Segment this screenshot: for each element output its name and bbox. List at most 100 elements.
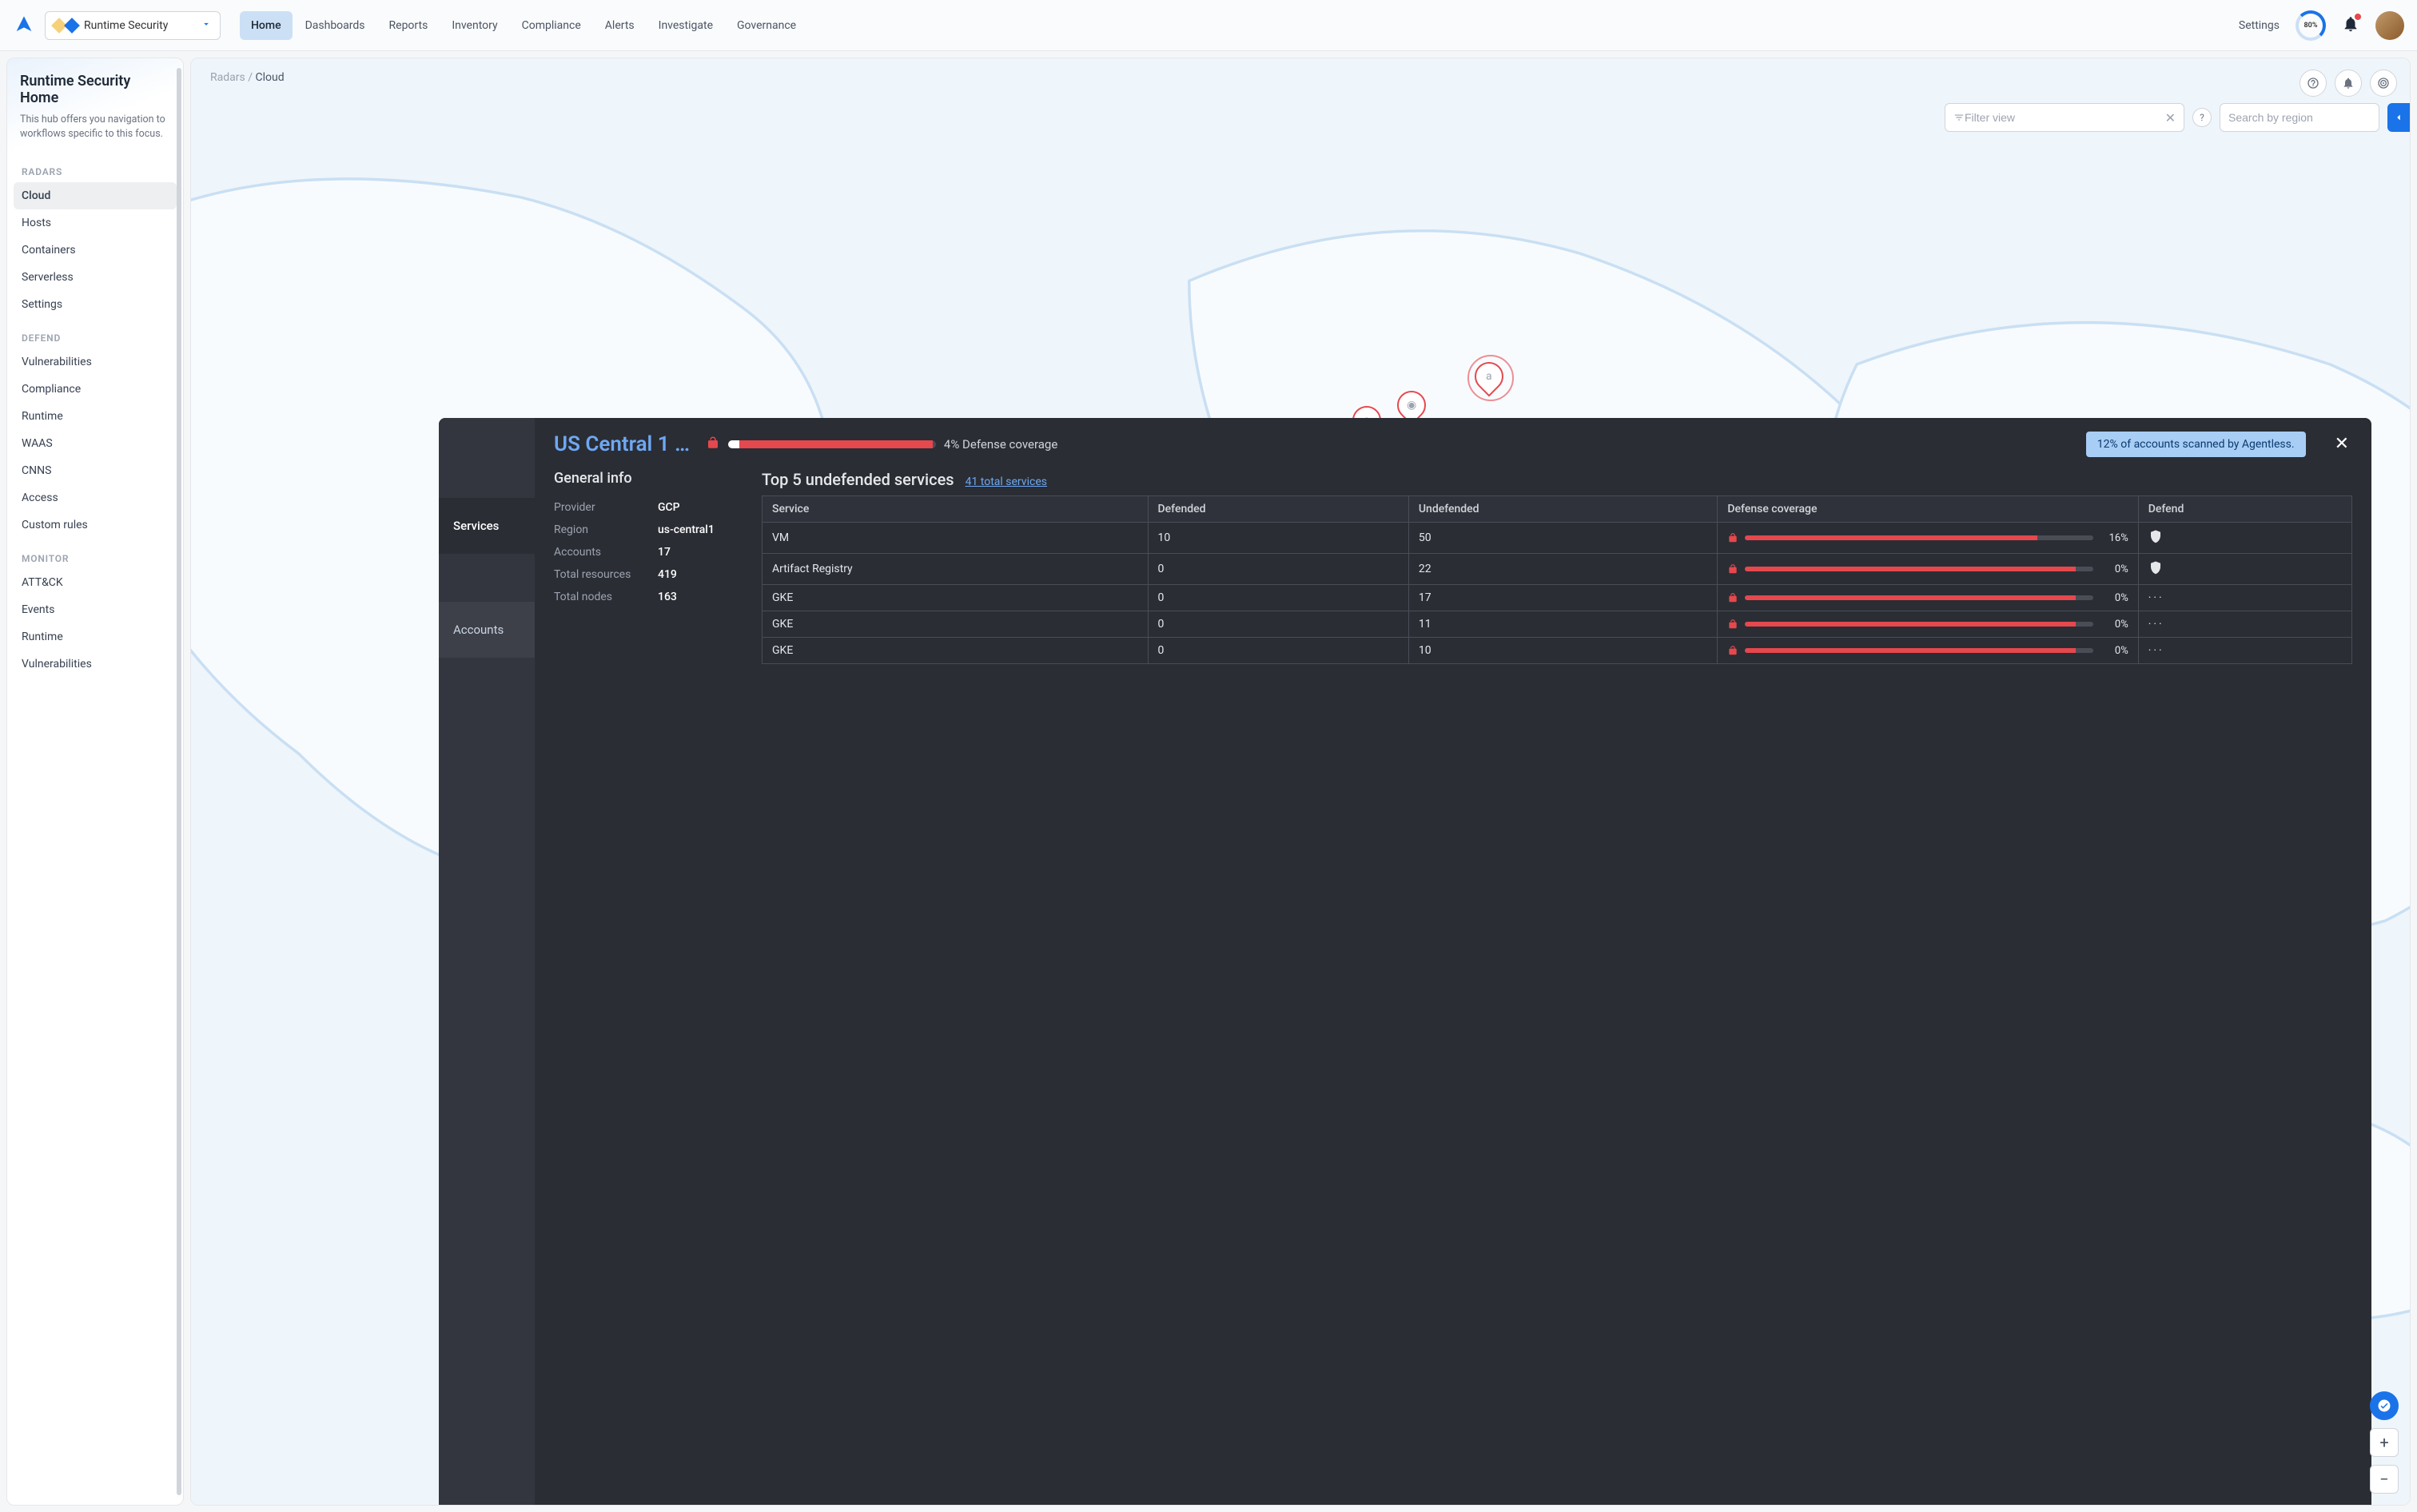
service-row[interactable]: GKE0170%··· (763, 585, 2352, 611)
notifications-bell-icon[interactable] (2342, 15, 2359, 36)
zoom-out-button[interactable]: − (2370, 1465, 2399, 1494)
sidebar-header: Runtime Security Home This hub offers yo… (7, 58, 183, 152)
selector-icons (54, 20, 78, 31)
info-row-provider: ProviderGCP (554, 496, 738, 519)
topbar: Runtime Security HomeDashboardsReportsIn… (0, 0, 2417, 51)
region-title: US Central 1 … (554, 432, 690, 456)
progress-pct: 80% (2304, 22, 2318, 30)
sidebar-group-monitor: MONITOR (14, 547, 177, 569)
panel-tab-accounts[interactable]: Accounts (439, 602, 535, 658)
general-info-heading: General info (554, 470, 738, 487)
filter-help-icon[interactable]: ? (2192, 108, 2212, 127)
sidebar-item-vulnerabilities[interactable]: Vulnerabilities (14, 651, 177, 678)
unlock-icon (706, 436, 720, 453)
more-icon[interactable]: ··· (2148, 644, 2164, 657)
alerts-icon[interactable] (2335, 70, 2362, 97)
info-row-accounts: Accounts17 (554, 541, 738, 563)
breadcrumb-parent[interactable]: Radars (210, 71, 245, 84)
panel-header: US Central 1 … 4% Defense coverage 12% o… (535, 418, 2371, 470)
sidebar-item-vulnerabilities[interactable]: Vulnerabilities (14, 348, 177, 376)
info-row-region: Regionus-central1 (554, 519, 738, 541)
sidebar-item-access[interactable]: Access (14, 484, 177, 511)
nav-alerts[interactable]: Alerts (594, 11, 646, 40)
nav-reports[interactable]: Reports (378, 11, 440, 40)
sidebar-item-containers[interactable]: Containers (14, 237, 177, 264)
nav-home[interactable]: Home (240, 11, 293, 40)
sidebar-item-att&ck[interactable]: ATT&CK (14, 569, 177, 596)
canvas-icon-controls (2300, 70, 2397, 97)
focus-selector[interactable]: Runtime Security (45, 11, 221, 40)
zoom-in-button[interactable]: + (2370, 1428, 2399, 1457)
agentless-banner[interactable]: 12% of accounts scanned by Agentless. (2086, 432, 2306, 457)
service-row[interactable]: GKE0110%··· (763, 611, 2352, 638)
selector-label: Runtime Security (84, 19, 194, 32)
total-services-link[interactable]: 41 total services (966, 475, 1047, 488)
nav-inventory[interactable]: Inventory (440, 11, 508, 40)
col-service: Service (763, 496, 1149, 523)
map-marker[interactable]: ◉ (1397, 391, 1426, 420)
sidebar-group-radars: RADARS (14, 160, 177, 182)
shield-icon[interactable] (2148, 534, 2163, 547)
sidebar-item-waas[interactable]: WAAS (14, 430, 177, 457)
sidebar-item-compliance[interactable]: Compliance (14, 376, 177, 403)
sidebar-item-hosts[interactable]: Hosts (14, 209, 177, 237)
collapse-panel-button[interactable] (2387, 103, 2410, 132)
sidebar-group-defend: DEFEND (14, 326, 177, 348)
panel-tab-services[interactable]: Services (439, 498, 535, 554)
col-undefended: Undefended (1408, 496, 1718, 523)
sidebar-item-runtime[interactable]: Runtime (14, 403, 177, 430)
nav-dashboards[interactable]: Dashboards (294, 11, 376, 40)
services-column: Top 5 undefended services 41 total servi… (762, 470, 2352, 664)
coverage-bar: 4% Defense coverage (706, 436, 2070, 453)
sidebar-item-custom-rules[interactable]: Custom rules (14, 511, 177, 539)
more-icon[interactable]: ··· (2148, 591, 2164, 604)
more-icon[interactable]: ··· (2148, 618, 2164, 631)
topbar-right: Settings 80% (2239, 10, 2404, 41)
filter-row: ✕ ? (1945, 103, 2397, 132)
services-table: ServiceDefendedUndefendedDefense coverag… (762, 495, 2352, 664)
coverage-text: 4% Defense coverage (944, 437, 1057, 452)
settings-link[interactable]: Settings (2239, 19, 2280, 32)
breadcrumb-current: Cloud (255, 71, 284, 84)
info-row-total-nodes: Total nodes163 (554, 586, 738, 608)
service-row[interactable]: VM105016% (763, 523, 2352, 554)
help-icon[interactable] (2300, 70, 2327, 97)
col-defense-coverage: Defense coverage (1718, 496, 2138, 523)
filter-input-field[interactable] (1965, 111, 2165, 124)
top-nav: HomeDashboardsReportsInventoryCompliance… (240, 11, 807, 40)
chevron-down-icon (201, 18, 212, 33)
nav-investigate[interactable]: Investigate (647, 11, 724, 40)
sidebar-item-events[interactable]: Events (14, 596, 177, 623)
filter-icon (1953, 112, 1965, 123)
radar-icon[interactable] (2370, 70, 2397, 97)
filter-view-input[interactable]: ✕ (1945, 103, 2184, 132)
clear-filter-icon[interactable]: ✕ (2165, 110, 2176, 125)
panel-tabs: Services Accounts (439, 418, 535, 1505)
services-heading: Top 5 undefended services (762, 470, 954, 489)
map-float-controls: + − (2370, 1391, 2399, 1494)
sidebar-item-cnns[interactable]: CNNS (14, 457, 177, 484)
map-guide-icon[interactable] (2370, 1391, 2399, 1420)
service-row[interactable]: Artifact Registry0220% (763, 554, 2352, 585)
sidebar-description: This hub offers you navigation to workfl… (20, 113, 170, 141)
sidebar: Runtime Security Home This hub offers yo… (6, 58, 184, 1506)
sidebar-title: Runtime Security Home (20, 73, 170, 106)
nav-governance[interactable]: Governance (726, 11, 807, 40)
map-marker[interactable]: a (1475, 362, 1503, 391)
service-row[interactable]: GKE0100%··· (763, 638, 2352, 664)
breadcrumb: Radars / Cloud (210, 71, 285, 84)
nav-compliance[interactable]: Compliance (511, 11, 592, 40)
search-region-input[interactable] (2220, 103, 2379, 132)
app-logo-icon (13, 14, 35, 37)
close-panel-icon[interactable]: ✕ (2331, 431, 2352, 457)
progress-ring[interactable]: 80% (2296, 10, 2326, 41)
sidebar-item-serverless[interactable]: Serverless (14, 264, 177, 291)
search-input-field[interactable] (2228, 111, 2373, 124)
info-row-total-resources: Total resources419 (554, 563, 738, 586)
shield-icon[interactable] (2148, 565, 2163, 578)
user-avatar[interactable] (2375, 11, 2404, 40)
sidebar-item-cloud[interactable]: Cloud (14, 182, 177, 209)
col-defended: Defended (1148, 496, 1408, 523)
sidebar-item-settings[interactable]: Settings (14, 291, 177, 318)
sidebar-item-runtime[interactable]: Runtime (14, 623, 177, 651)
